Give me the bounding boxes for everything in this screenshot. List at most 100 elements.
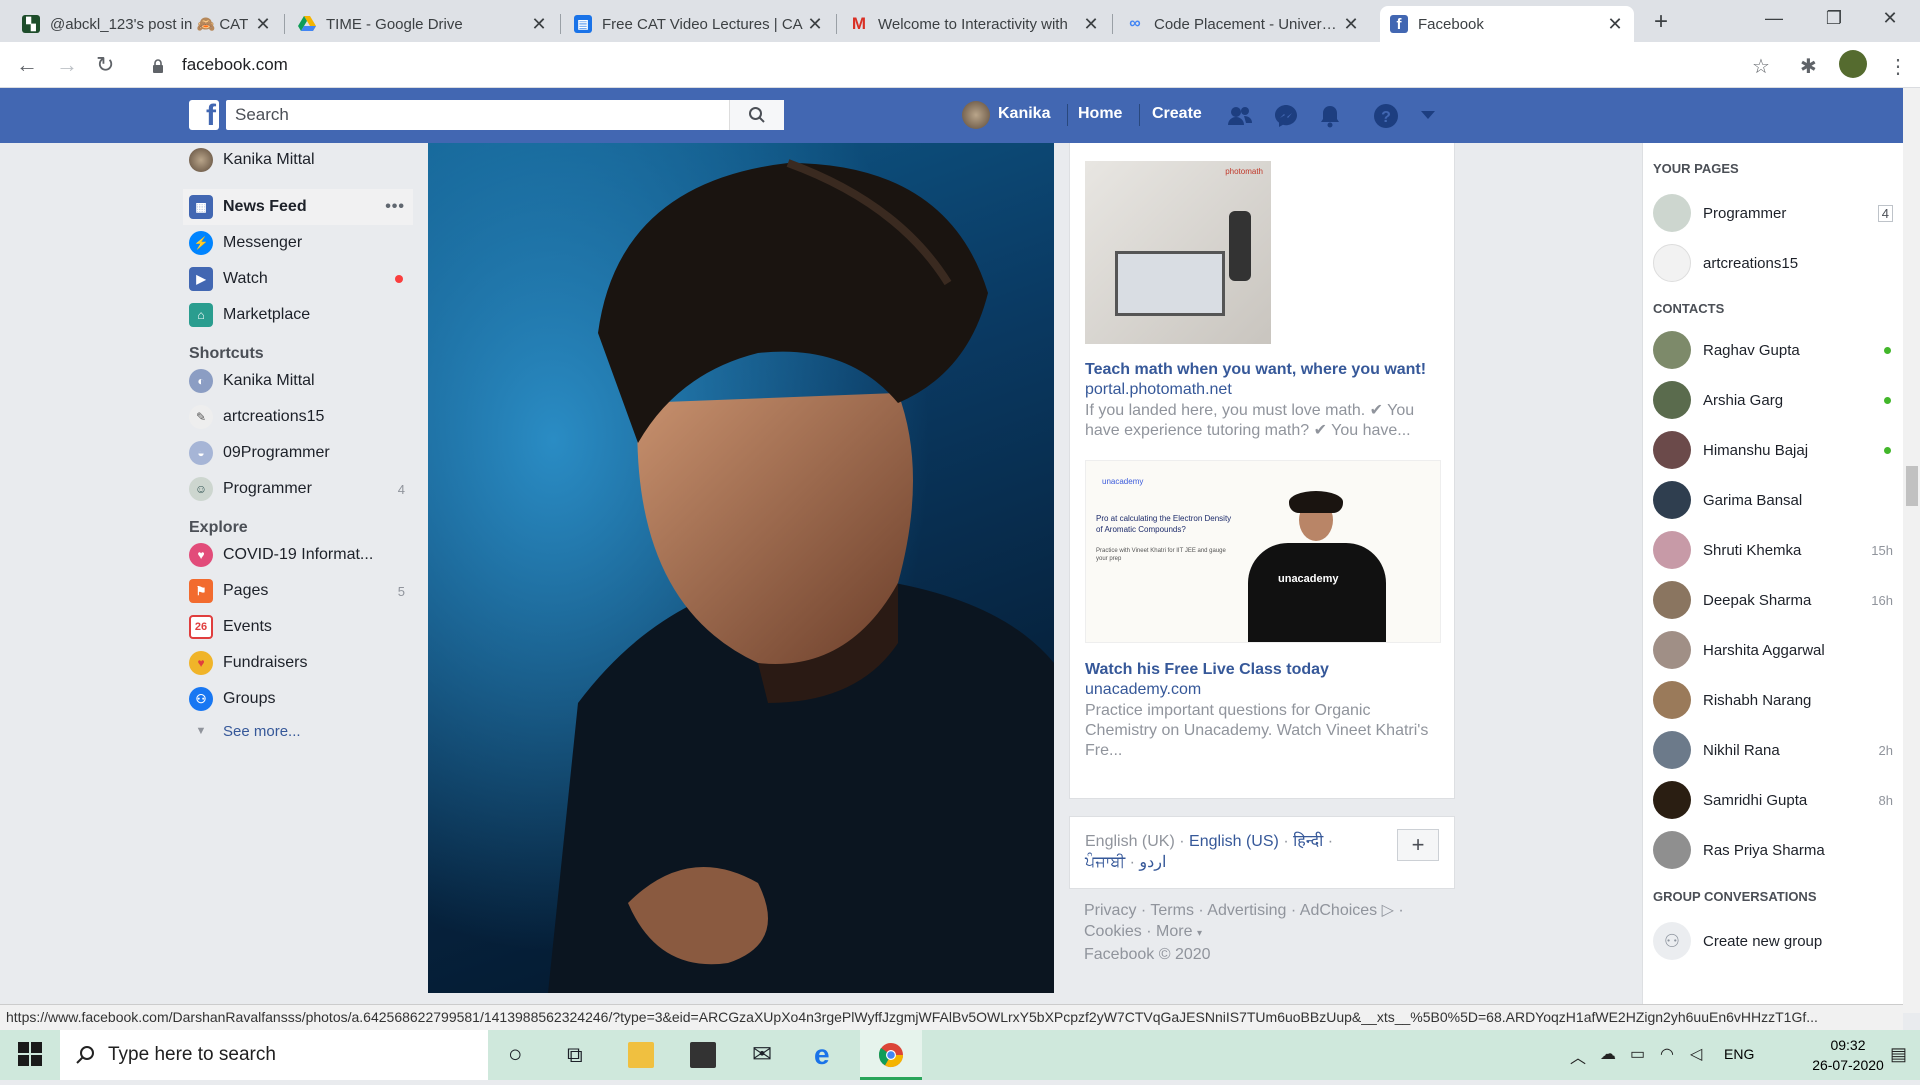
browser-tab[interactable]: ▤ Free CAT Video Lectures | CA ✕ (564, 6, 834, 42)
create-link[interactable]: Create (1152, 105, 1202, 123)
shortcut-item[interactable]: ◐ Kanika Mittal (183, 363, 413, 399)
contact-item[interactable]: Himanshu Bajaj (1653, 429, 1893, 471)
file-explorer-icon[interactable] (628, 1042, 654, 1068)
contact-item[interactable]: Arshia Garg (1653, 379, 1893, 421)
system-clock[interactable]: 09:32 26-07-2020 (1808, 1035, 1888, 1075)
sidebar-user[interactable]: Kanika Mittal (183, 143, 413, 177)
shortcut-item[interactable]: ✎ artcreations15 (183, 399, 413, 435)
explore-item[interactable]: ♥ COVID-19 Informat... (183, 537, 413, 573)
ad-domain[interactable]: unacademy.com (1085, 681, 1201, 699)
explore-item[interactable]: ♥ Fundraisers (183, 645, 413, 681)
close-tab-icon[interactable]: ✕ (1342, 14, 1360, 35)
contact-item[interactable]: Shruti Khemka 15h (1653, 529, 1893, 571)
edge-icon[interactable]: e (814, 1041, 840, 1069)
close-window-button[interactable]: ✕ (1870, 8, 1910, 29)
notifications-bell-icon[interactable] (1317, 103, 1343, 129)
account-dropdown-icon[interactable] (1421, 108, 1447, 134)
menu-kebab-icon[interactable]: ⋮ (1888, 54, 1908, 79)
new-tab-button[interactable]: + (1654, 8, 1668, 36)
close-tab-icon[interactable]: ✕ (1606, 14, 1624, 35)
home-link[interactable]: Home (1078, 105, 1122, 123)
language-indicator[interactable]: ENG (1724, 1046, 1754, 1062)
language-option[interactable]: English (US) (1189, 833, 1279, 850)
page-item[interactable]: Programmer 4 (1653, 192, 1893, 234)
browser-tab[interactable]: M Welcome to Interactivity with ✕ (840, 6, 1110, 42)
close-tab-icon[interactable]: ✕ (1082, 14, 1100, 35)
forward-icon[interactable]: → (56, 52, 78, 78)
browser-tab[interactable]: ∞ Code Placement - University ✕ (1116, 6, 1370, 42)
volume-icon[interactable]: ◁ (1690, 1044, 1702, 1064)
profile-avatar-icon[interactable] (1839, 50, 1867, 78)
task-view-icon[interactable]: ⧉ (567, 1042, 593, 1068)
footer-link[interactable]: More (1156, 923, 1192, 940)
page-scrollbar[interactable] (1903, 88, 1920, 1013)
close-tab-icon[interactable]: ✕ (530, 14, 548, 35)
language-option[interactable]: English (UK) (1085, 833, 1175, 850)
contact-item[interactable]: Ras Priya Sharma (1653, 829, 1893, 871)
chrome-taskbar-button[interactable] (860, 1030, 922, 1080)
extensions-icon[interactable]: ✱ (1800, 54, 1817, 79)
footer-link[interactable]: AdChoices (1300, 902, 1377, 919)
contact-item[interactable]: Samridhi Gupta 8h (1653, 779, 1893, 821)
browser-tab[interactable]: TIME - Google Drive ✕ (288, 6, 558, 42)
contact-item[interactable]: Raghav Gupta (1653, 329, 1893, 371)
store-icon[interactable] (690, 1042, 716, 1068)
notifications-icon[interactable]: ▤ (1890, 1044, 1907, 1065)
reload-icon[interactable]: ↻ (96, 52, 114, 78)
language-option[interactable]: اردو (1139, 854, 1166, 871)
shortcut-item[interactable]: ◒ 09Programmer (183, 435, 413, 471)
maximize-button[interactable]: ❐ (1814, 8, 1854, 29)
back-icon[interactable]: ← (16, 52, 38, 78)
explore-item[interactable]: ⚇ Groups (183, 681, 413, 717)
sidebar-item-news-feed[interactable]: ▦ News Feed ••• (183, 189, 413, 225)
explore-item[interactable]: ⚑ Pages 5 (183, 573, 413, 609)
language-option[interactable]: हिन्दी (1293, 833, 1323, 850)
close-tab-icon[interactable]: ✕ (254, 14, 272, 35)
ad-title[interactable]: Watch his Free Live Class today (1085, 661, 1329, 679)
ad-image-photomath[interactable]: photomath (1085, 161, 1271, 344)
contact-item[interactable]: Nikhil Rana 2h (1653, 729, 1893, 771)
more-options-icon[interactable]: ••• (385, 198, 405, 216)
browser-tab[interactable]: ▚ @abckl_123's post in 🙈 CAT ✕ (12, 6, 282, 42)
contact-item[interactable]: Garima Bansal (1653, 479, 1893, 521)
footer-link[interactable]: Cookies (1084, 923, 1142, 940)
scrollbar-thumb[interactable] (1906, 466, 1918, 506)
fb-search-input[interactable] (226, 101, 729, 129)
browser-tab-active[interactable]: f Facebook ✕ (1380, 6, 1634, 42)
battery-icon[interactable]: ▭ (1630, 1044, 1645, 1064)
tray-chevron-icon[interactable]: ︿ (1570, 1044, 1586, 1068)
address-bar[interactable]: facebook.com (142, 49, 1742, 81)
footer-link[interactable]: Advertising (1207, 902, 1286, 919)
footer-link[interactable]: Privacy (1084, 902, 1136, 919)
add-language-button[interactable]: + (1397, 829, 1439, 861)
see-more-link[interactable]: ▼ See more... (183, 717, 413, 745)
close-tab-icon[interactable]: ✕ (806, 14, 824, 35)
ad-image-unacademy[interactable]: unacademy Pro at calculating the Electro… (1085, 460, 1441, 643)
profile-link[interactable]: Kanika (998, 105, 1050, 123)
wifi-icon[interactable]: ◠ (1660, 1044, 1674, 1064)
profile-avatar[interactable] (962, 101, 990, 129)
create-group-button[interactable]: ⚇ Create new group (1653, 920, 1893, 962)
taskbar-search[interactable]: Type here to search (60, 1030, 488, 1080)
facebook-logo-icon[interactable]: f (189, 100, 219, 130)
sidebar-item-watch[interactable]: ▶ Watch (183, 261, 413, 297)
mail-icon[interactable]: ✉ (752, 1042, 778, 1068)
explore-item[interactable]: 26 Events (183, 609, 413, 645)
contact-item[interactable]: Rishabh Narang (1653, 679, 1893, 721)
bookmark-star-icon[interactable]: ☆ (1752, 54, 1770, 79)
ad-domain[interactable]: portal.photomath.net (1085, 381, 1232, 399)
network-icon[interactable]: ☁ (1600, 1044, 1616, 1064)
footer-link[interactable]: Terms (1150, 902, 1194, 919)
shortcut-item[interactable]: ☺ Programmer 4 (183, 471, 413, 507)
contact-item[interactable]: Harshita Aggarwal (1653, 629, 1893, 671)
minimize-button[interactable]: — (1754, 8, 1794, 29)
sidebar-item-messenger[interactable]: ⚡ Messenger (183, 225, 413, 261)
help-icon[interactable]: ? (1373, 103, 1399, 129)
search-button[interactable] (729, 100, 784, 130)
friend-requests-icon[interactable] (1227, 103, 1253, 129)
language-option[interactable]: ਪੰਜਾਬੀ (1085, 854, 1125, 871)
messenger-icon[interactable] (1273, 103, 1299, 129)
ad-title[interactable]: Teach math when you want, where you want… (1085, 361, 1426, 379)
page-item[interactable]: artcreations15 (1653, 242, 1893, 284)
post-photo[interactable] (428, 143, 1054, 993)
